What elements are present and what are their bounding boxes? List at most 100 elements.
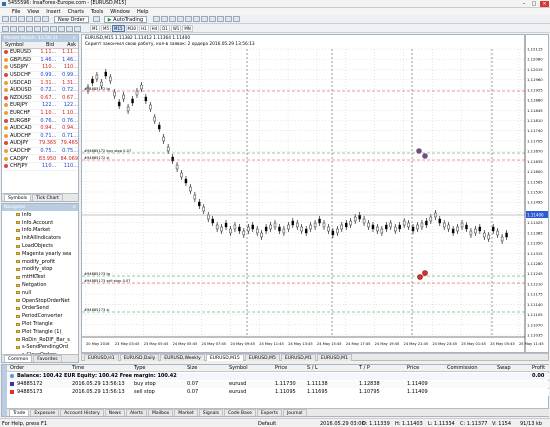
timeframe-h1[interactable]: H1 — [139, 25, 149, 32]
timeframe-w1[interactable]: W1 — [170, 25, 182, 32]
channel-icon[interactable] — [42, 25, 49, 32]
terminal-col-header[interactable]: Commission — [447, 365, 478, 371]
terminal-tab[interactable]: Code Base — [223, 409, 256, 416]
periods-icon[interactable] — [225, 16, 233, 22]
navigator-item[interactable]: PeriodConverter — [16, 312, 78, 320]
order-row[interactable]: 94885172 2016.05.29 13:56:13 buy stop 0.07 e… — [7, 381, 549, 388]
cursor-icon[interactable] — [2, 25, 9, 32]
order-marker[interactable] — [417, 274, 423, 280]
line-chart-icon[interactable] — [169, 16, 177, 22]
chart-tab[interactable]: EURUSD,Daily — [119, 353, 160, 361]
terminal-icon[interactable] — [34, 16, 41, 22]
timeframe-m1[interactable]: M1 — [90, 25, 100, 32]
chart-tab[interactable]: EURUSD,M15 — [205, 353, 244, 361]
new-chart-icon[interactable] — [2, 16, 9, 22]
terminal-tab[interactable]: Journal — [282, 409, 307, 416]
autoscroll-icon[interactable] — [201, 16, 209, 22]
market-watch-row[interactable]: USDJPY 110... 110... — [2, 64, 78, 72]
market-watch-row[interactable]: CHFJPY 110... 110... — [2, 163, 78, 171]
tab-favorites[interactable]: Favorites — [33, 355, 62, 362]
menu-view[interactable]: View — [27, 9, 39, 15]
timeframe-m5[interactable]: M5 — [101, 25, 111, 32]
market-watch-row[interactable]: EURJPY 122... 122... — [2, 102, 78, 110]
market-watch-row[interactable]: AUDCAD 0.94... 0.94... — [2, 125, 78, 133]
market-watch-icon[interactable] — [18, 16, 25, 22]
navigator-item[interactable]: InitAllIndicators — [16, 234, 78, 242]
order-marker[interactable] — [422, 270, 428, 276]
vertical-line-icon[interactable] — [18, 25, 25, 32]
terminal-tab[interactable]: Exposure — [30, 409, 60, 416]
terminal-col-header[interactable]: Time — [72, 365, 84, 371]
order-marker[interactable] — [422, 153, 428, 159]
text-icon[interactable] — [58, 25, 65, 32]
col-bid[interactable]: Bid — [34, 42, 54, 48]
terminal-tab[interactable]: Market — [174, 409, 198, 416]
close-button[interactable]: × — [540, 1, 549, 7]
chart-tab[interactable]: EURUSD,M1 — [316, 353, 352, 361]
price-chart[interactable]: 1.12115 1.12080 1.12015 1.11960 1.11925 1.118… — [82, 35, 548, 352]
close-icon[interactable]: × — [72, 35, 76, 42]
menu-help[interactable]: Help — [137, 9, 148, 15]
fibo-icon[interactable] — [50, 25, 57, 32]
market-watch-row[interactable]: NZDUSD 0.67... 0.67... — [2, 95, 78, 103]
terminal-col-header[interactable]: S / L — [307, 365, 318, 371]
terminal-col-header[interactable]: Profit — [532, 365, 545, 371]
navigator-item[interactable]: null — [16, 289, 78, 297]
new-order-button[interactable]: New Order — [54, 15, 89, 23]
order-marker[interactable] — [416, 148, 422, 154]
navigator-item[interactable]: LoadObjects — [16, 242, 78, 250]
arrows-icon[interactable] — [74, 25, 81, 32]
chart-tab[interactable]: EURUSD,Weekly — [160, 353, 205, 361]
terminal-col-header[interactable]: Size — [187, 365, 197, 371]
market-watch-row[interactable]: USDCHF 0.99... 0.99... — [2, 72, 78, 80]
terminal-tab[interactable]: Alerts — [125, 409, 148, 416]
metaeditor-icon[interactable] — [92, 16, 100, 22]
minimize-button[interactable]: – — [520, 1, 528, 7]
terminal-tab[interactable]: News — [104, 409, 125, 416]
maximize-button[interactable]: □ — [530, 1, 538, 7]
navigator-item[interactable]: Plot Triangle — [16, 320, 78, 328]
horizontal-line-icon[interactable] — [26, 25, 33, 32]
navigator-item[interactable]: mtHKTest — [16, 273, 78, 281]
market-watch-row[interactable]: EURGBP 0.76... 0.76... — [2, 117, 78, 125]
terminal-col-header[interactable]: Price — [407, 365, 419, 371]
navigator-icon[interactable] — [26, 16, 33, 22]
profiles-icon[interactable] — [10, 16, 17, 22]
terminal-col-header[interactable]: Price — [275, 365, 287, 371]
order-row[interactable]: 94885173 2016.05.29 13:56:13 sell stop 0.07… — [7, 389, 549, 396]
menu-charts[interactable]: Charts — [68, 9, 84, 15]
label-icon[interactable] — [66, 25, 73, 32]
market-watch-row[interactable]: EURUSD 1.11... 1.11... — [2, 49, 78, 57]
navigator-item[interactable]: Magenta yearly sea — [16, 250, 78, 258]
terminal-col-header[interactable]: Swap — [497, 365, 511, 371]
tab-symbols[interactable]: Symbols — [4, 194, 32, 201]
close-icon[interactable]: × — [72, 204, 76, 211]
menu-file[interactable]: File — [12, 9, 20, 15]
market-watch-row[interactable]: GBPUSD 1.46... 1.46... — [2, 57, 78, 65]
menu-insert[interactable]: Insert — [46, 9, 60, 15]
terminal-tab[interactable]: Mailbox — [148, 409, 174, 416]
navigator-item[interactable]: RoDin_RoDIF_Bar_s — [16, 336, 78, 344]
templates-icon[interactable] — [233, 16, 241, 22]
timeframe-h4[interactable]: H4 — [149, 25, 160, 32]
navigator-item[interactable]: OpenStopOrderNet — [16, 297, 78, 305]
navigator-item[interactable]: modify_stop — [16, 266, 78, 274]
navigator-item[interactable]: Info.Market — [16, 227, 78, 235]
market-watch-row[interactable]: AUDJPY 79.365 79.465 — [2, 140, 78, 148]
tab-tick-chart[interactable]: Tick Chart — [32, 194, 63, 201]
navigator-item[interactable]: s-SendPendingOrd — [16, 344, 78, 352]
tile-icon[interactable] — [193, 16, 201, 22]
terminal-tab[interactable]: Experts — [256, 409, 282, 416]
col-ask[interactable]: Ask — [54, 42, 76, 48]
chart-tab[interactable]: EURUSD,H1 — [84, 353, 119, 361]
col-symbol[interactable]: Symbol — [2, 42, 34, 48]
navigator-item[interactable]: modify_profit — [16, 258, 78, 266]
zoom-in-icon[interactable] — [177, 16, 185, 22]
menu-window[interactable]: Window — [110, 9, 130, 15]
terminal-col-header[interactable]: Type — [134, 365, 145, 371]
menu-tools[interactable]: Tools — [91, 9, 103, 15]
timeframe-d1[interactable]: D1 — [160, 25, 170, 32]
terminal-tab[interactable]: Signals — [198, 409, 223, 416]
navigator-item[interactable]: Info — [16, 211, 78, 219]
terminal-col-header[interactable]: T / P — [359, 365, 370, 371]
